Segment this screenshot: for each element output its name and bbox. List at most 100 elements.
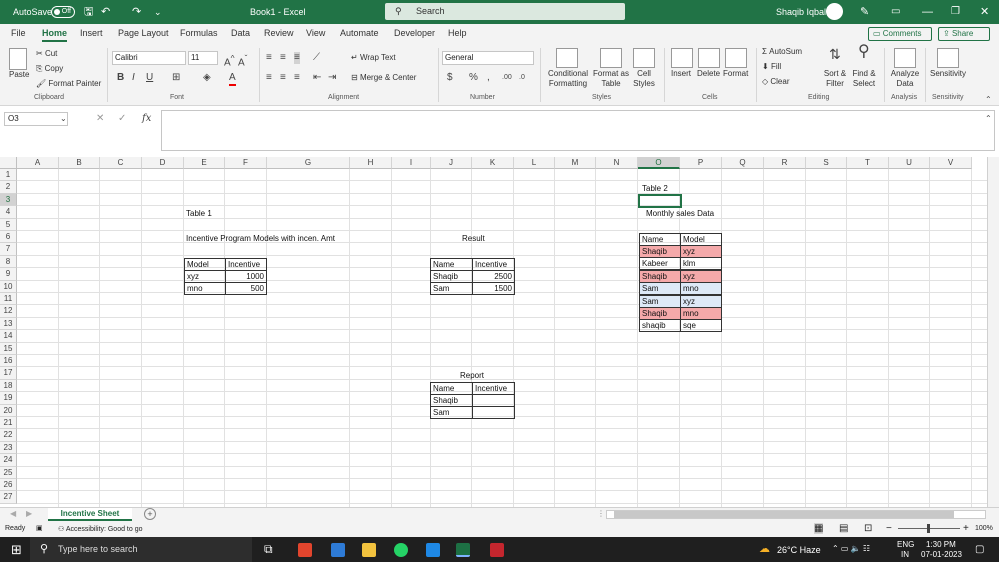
search-box[interactable]: ⚲ Search [385, 3, 625, 20]
cell-styles-icon[interactable] [633, 48, 655, 68]
column-header-b[interactable]: B [59, 157, 100, 169]
taskbar-search[interactable]: ⚲ Type here to search [30, 537, 252, 562]
next-sheet-icon[interactable]: ▶ [26, 509, 32, 518]
percent-icon[interactable]: % [469, 72, 478, 84]
tab-split-icon[interactable]: ⋮ [597, 509, 605, 518]
vertical-scrollbar[interactable] [987, 157, 999, 507]
language-bottom[interactable]: IN [901, 550, 909, 559]
weather-text[interactable]: 26°C Haze [777, 545, 821, 555]
zoom-in-icon[interactable]: + [963, 523, 969, 534]
row-header-6[interactable]: 6 [0, 231, 17, 244]
undo-icon[interactable]: ↶ [101, 0, 110, 24]
sensitivity-icon[interactable] [937, 48, 959, 68]
find-select-button[interactable]: Find & Select [848, 69, 880, 89]
column-header-f[interactable]: F [225, 157, 267, 169]
row-header-27[interactable]: 27 [0, 491, 17, 504]
row-header-4[interactable]: 4 [0, 206, 17, 219]
conditional-formatting-icon[interactable] [556, 48, 578, 68]
vscode-icon[interactable] [426, 543, 440, 557]
collapse-ribbon-icon[interactable]: ⌃ [985, 94, 992, 106]
fill-color-icon[interactable]: ◈ [203, 72, 211, 84]
row-header-3[interactable]: 3 [0, 193, 17, 207]
select-all-corner[interactable] [0, 157, 17, 169]
column-header-k[interactable]: K [472, 157, 514, 169]
align-top-icon[interactable]: ≡ [266, 52, 272, 64]
app-red-icon[interactable] [490, 543, 504, 557]
cut-button[interactable]: ✂ Cut [36, 49, 57, 59]
delete-cells-button[interactable]: Delete [697, 69, 720, 79]
font-size-select[interactable]: 11 [188, 51, 218, 65]
tab-insert[interactable]: Insert [80, 27, 103, 40]
tab-developer[interactable]: Developer [394, 27, 435, 40]
column-header-h[interactable]: H [350, 157, 392, 169]
tab-file[interactable]: File [11, 27, 26, 40]
row-header-7[interactable]: 7 [0, 243, 17, 256]
row-header-10[interactable]: 10 [0, 280, 17, 293]
windows-start-icon[interactable]: ⊞ [11, 542, 22, 558]
underline-icon[interactable]: U [146, 72, 153, 84]
decrease-font-icon[interactable]: Aˇ [238, 52, 247, 69]
system-tray-icons[interactable]: ⌃ ▭ 🔈 ☷ [832, 544, 870, 553]
customize-toolbar-icon[interactable]: ⌄ [154, 0, 162, 24]
tab-formulas[interactable]: Formulas [180, 27, 218, 40]
pen-icon[interactable]: ✎ [860, 0, 869, 24]
conditional-formatting-button[interactable]: Conditional Formatting [546, 69, 590, 89]
sort-filter-button[interactable]: Sort & Filter [820, 69, 850, 89]
formula-input[interactable] [161, 110, 995, 151]
macro-record-icon[interactable]: ▣ [36, 524, 43, 532]
wrap-text-button[interactable]: ↵ Wrap Text [351, 53, 396, 63]
clear-button[interactable]: ◇ Clear [762, 77, 790, 87]
tab-help[interactable]: Help [448, 27, 467, 40]
tab-view[interactable]: View [306, 27, 325, 40]
expand-formula-icon[interactable]: ⌃ [985, 113, 992, 125]
bold-icon[interactable]: B [117, 72, 124, 84]
align-right-icon[interactable]: ≡ [294, 72, 300, 84]
column-header-r[interactable]: R [764, 157, 806, 169]
new-sheet-icon[interactable]: + [144, 508, 156, 520]
cell-styles-button[interactable]: Cell Styles [631, 69, 657, 89]
clock-date[interactable]: 07-01-2023 [921, 550, 962, 559]
share-button[interactable]: ⇪ Share [938, 27, 990, 41]
restore-icon[interactable]: ❐ [951, 0, 960, 24]
currency-icon[interactable]: $ [447, 72, 453, 84]
tab-automate[interactable]: Automate [340, 27, 379, 40]
app-icon[interactable] [331, 543, 345, 557]
row-header-26[interactable]: 26 [0, 479, 17, 492]
copy-button[interactable]: ⎘ Copy [36, 64, 63, 74]
avatar[interactable] [826, 3, 843, 20]
column-header-s[interactable]: S [806, 157, 847, 169]
format-as-table-button[interactable]: Format as Table [592, 69, 630, 89]
format-table-icon[interactable] [600, 48, 622, 68]
increase-decimal-icon[interactable]: .00 [502, 72, 512, 84]
accessibility-status[interactable]: ⚇ Accessibility: Good to go [58, 525, 143, 533]
font-color-icon[interactable]: A [229, 72, 236, 86]
font-family-select[interactable]: Calibri [112, 51, 186, 65]
autosum-button[interactable]: Σ AutoSum [762, 47, 802, 57]
column-header-m[interactable]: M [555, 157, 596, 169]
row-header-2[interactable]: 2 [0, 181, 17, 194]
weather-icon[interactable]: ☁ [759, 542, 770, 555]
italic-icon[interactable]: I [132, 72, 135, 84]
normal-view-icon[interactable]: ▦ [814, 523, 824, 534]
language-top[interactable]: ENG [897, 540, 914, 549]
analyze-data-button[interactable]: Analyze Data [889, 69, 921, 89]
column-header-d[interactable]: D [142, 157, 184, 169]
align-middle-icon[interactable]: ≡ [280, 52, 286, 64]
row-header-15[interactable]: 15 [0, 342, 17, 355]
tab-page-layout[interactable]: Page Layout [118, 27, 169, 40]
insert-cells-button[interactable]: Insert [671, 69, 691, 79]
sort-filter-icon[interactable]: ⇅ [829, 47, 841, 61]
active-cell-o3[interactable] [638, 194, 682, 208]
column-header-o[interactable]: O [638, 157, 680, 169]
cancel-entry-icon[interactable]: ✕ [96, 113, 104, 125]
whatsapp-icon[interactable] [394, 543, 408, 557]
row-header-16[interactable]: 16 [0, 355, 17, 368]
column-header-t[interactable]: T [847, 157, 889, 169]
zoom-slider-handle[interactable] [927, 524, 930, 533]
format-cells-icon[interactable] [725, 48, 747, 68]
page-layout-view-icon[interactable]: ▤ [839, 523, 848, 534]
column-header-c[interactable]: C [100, 157, 142, 169]
paste-icon[interactable] [9, 48, 27, 70]
row-header-13[interactable]: 13 [0, 317, 17, 331]
row-header-19[interactable]: 19 [0, 392, 17, 405]
